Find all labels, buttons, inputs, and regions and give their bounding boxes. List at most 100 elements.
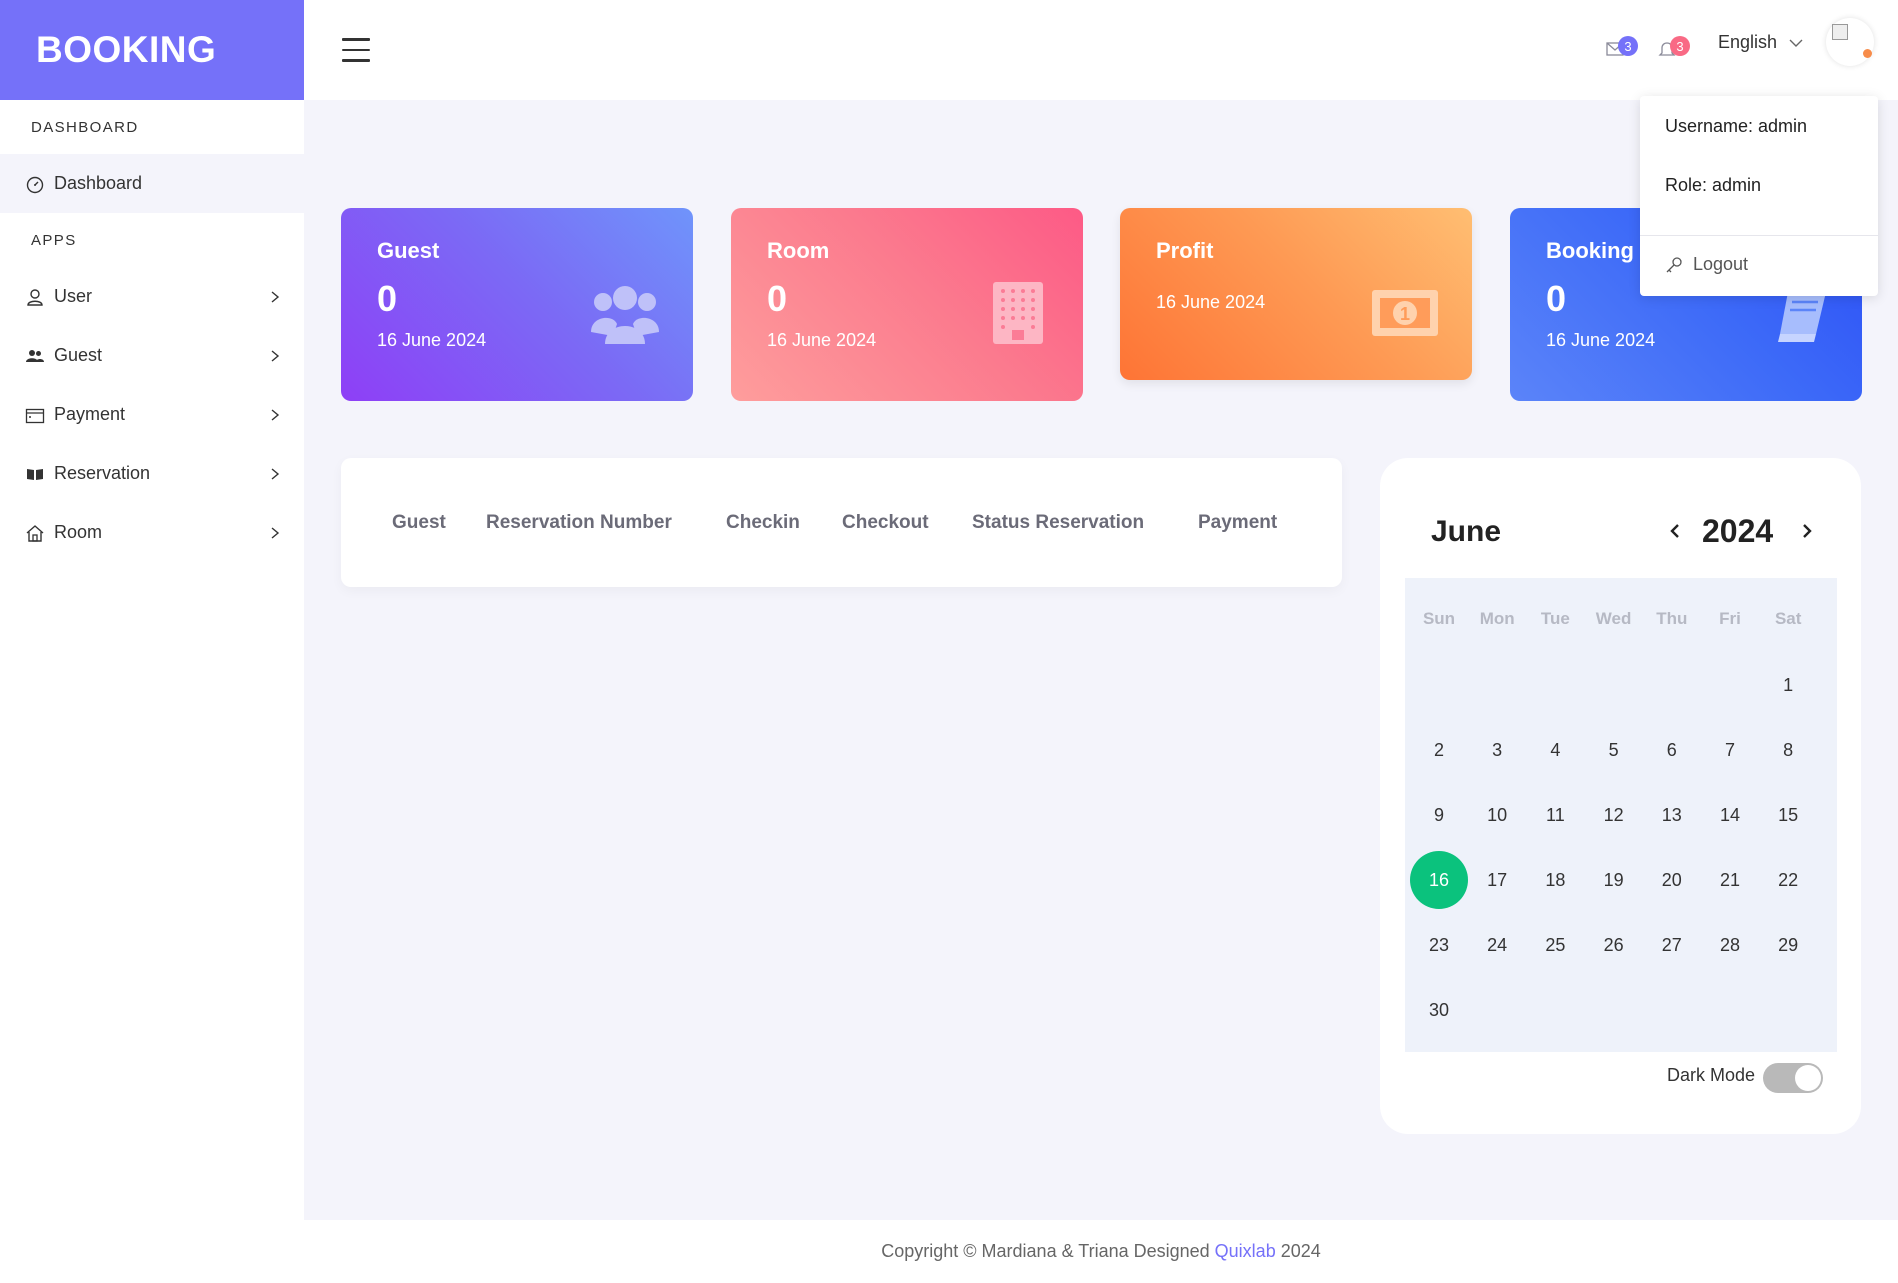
weekday-label: Wed	[1595, 609, 1632, 628]
calendar-day[interactable]: 3	[1468, 721, 1526, 779]
footer-link-quixlab[interactable]: Quixlab	[1215, 1241, 1276, 1262]
weekday-label: Tue	[1540, 609, 1570, 628]
calendar-day[interactable]: 24	[1468, 916, 1526, 974]
sidebar: BOOKING DASHBOARD Dashboard APPS User Gu…	[0, 0, 304, 1283]
calendar-day[interactable]: 6	[1643, 721, 1701, 779]
column-header-status-reservation[interactable]: Status Reservation	[972, 512, 1144, 534]
calendar-day-today[interactable]: 16	[1410, 851, 1468, 909]
calendar-day[interactable]: 11	[1526, 786, 1584, 844]
top-header: 3 3 English	[304, 0, 1898, 100]
language-label: English	[1718, 32, 1778, 52]
hamburger-menu-icon[interactable]	[342, 38, 370, 62]
money-bill-icon: 1	[1372, 290, 1438, 336]
sidebar-item-room[interactable]: Room	[0, 503, 304, 562]
calendar-day[interactable]: 17	[1468, 851, 1526, 909]
calendar-day[interactable]: 18	[1526, 851, 1584, 909]
calendar-day[interactable]: 12	[1585, 786, 1643, 844]
calendar-day[interactable]: 9	[1410, 786, 1468, 844]
column-header-payment[interactable]: Payment	[1198, 512, 1277, 534]
language-selector[interactable]: English	[1718, 32, 1803, 53]
logout-label: Logout	[1693, 254, 1749, 274]
toggle-knob	[1795, 1065, 1821, 1091]
sidebar-item-label: Room	[54, 522, 103, 542]
sidebar-item-label: Guest	[54, 345, 103, 365]
calendar-day[interactable]: 23	[1410, 916, 1468, 974]
users-icon	[24, 345, 46, 367]
calendar-day[interactable]: 1	[1759, 656, 1817, 714]
calendar-widget: June 2024 Sun Mon Tue Wed Thu Fri Sat 1 2 3 4 5 6 7 8 9…	[1380, 458, 1861, 1134]
calendar-day[interactable]: 14	[1701, 786, 1759, 844]
chevron-right-icon	[271, 408, 280, 421]
sidebar-item-reservation[interactable]: Reservation	[0, 444, 304, 503]
status-dot	[1863, 49, 1872, 58]
chevron-right-icon	[271, 467, 280, 480]
nav-section-apps: APPS	[31, 231, 77, 249]
messages-button[interactable]: 3	[1606, 36, 1638, 62]
calendar-day[interactable]: 7	[1701, 721, 1759, 779]
user-avatar[interactable]	[1826, 18, 1874, 66]
calendar-day[interactable]: 15	[1759, 786, 1817, 844]
column-header-checkout[interactable]: Checkout	[842, 512, 929, 534]
calendar-day[interactable]: 4	[1526, 721, 1584, 779]
sidebar-item-user[interactable]: User	[0, 267, 304, 326]
column-header-reservation-number[interactable]: Reservation Number	[486, 512, 672, 534]
sidebar-item-label: Dashboard	[54, 173, 143, 193]
calendar-day[interactable]: 28	[1701, 916, 1759, 974]
footer: Copyright © Mardiana & Triana Designed Q…	[304, 1220, 1898, 1283]
reservation-table: Guest Reservation Number Checkin Checkou…	[341, 458, 1342, 587]
dropdown-role: Role: admin	[1665, 175, 1762, 195]
dropdown-divider	[1640, 235, 1878, 236]
calendar-day[interactable]: 26	[1585, 916, 1643, 974]
sidebar-item-payment[interactable]: Payment	[0, 385, 304, 444]
chevron-down-icon	[1789, 39, 1803, 47]
column-header-checkin[interactable]: Checkin	[726, 512, 800, 534]
room-card: Room 0 16 June 2024	[731, 208, 1083, 401]
weekday-label: Sat	[1774, 609, 1802, 628]
logout-button[interactable]: Logout	[1665, 254, 1748, 275]
calendar-day[interactable]: 5	[1585, 721, 1643, 779]
calendar-day[interactable]: 10	[1468, 786, 1526, 844]
weekday-label: Sun	[1422, 609, 1456, 628]
dark-mode-toggle[interactable]	[1763, 1063, 1823, 1093]
users-group-icon	[591, 286, 659, 344]
notifications-button[interactable]: 3	[1658, 36, 1690, 62]
calendar-day[interactable]: 8	[1759, 721, 1817, 779]
calendar-month: June	[1431, 515, 1502, 548]
book-icon	[1778, 292, 1826, 342]
card-title: Room	[767, 238, 830, 263]
card-title: Profit	[1156, 238, 1214, 263]
user-icon	[24, 286, 46, 308]
calendar-day[interactable]: 25	[1526, 916, 1584, 974]
notifications-badge: 3	[1670, 36, 1690, 56]
chevron-right-icon	[271, 526, 280, 539]
calendar-grid: Sun Mon Tue Wed Thu Fri Sat 1 2 3 4 5 6 7 8 9 10 11 12 13 14…	[1405, 578, 1837, 1052]
brand-logo[interactable]: BOOKING	[0, 0, 304, 100]
chevron-right-icon[interactable]	[1798, 522, 1816, 540]
dark-mode-label: Dark Mode	[1667, 1065, 1756, 1085]
calendar-day[interactable]: 20	[1643, 851, 1701, 909]
calendar-year: 2024	[1702, 513, 1774, 549]
dropdown-username: Username: admin	[1665, 116, 1808, 136]
wallet-icon	[24, 404, 46, 426]
chevron-right-icon	[271, 290, 280, 303]
column-header-guest[interactable]: Guest	[392, 512, 446, 534]
sidebar-item-label: User	[54, 286, 93, 306]
chevron-left-icon[interactable]	[1666, 522, 1684, 540]
sidebar-item-dashboard[interactable]: Dashboard	[0, 154, 304, 213]
brand-text: BOOKING	[36, 29, 217, 70]
calendar-day[interactable]: 27	[1643, 916, 1701, 974]
building-icon	[993, 282, 1043, 344]
calendar-day[interactable]: 2	[1410, 721, 1468, 779]
calendar-day[interactable]: 19	[1585, 851, 1643, 909]
calendar-day[interactable]: 30	[1410, 981, 1468, 1039]
profit-card: Profit 16 June 2024 1	[1120, 208, 1472, 380]
calendar-day[interactable]: 22	[1759, 851, 1817, 909]
calendar-day[interactable]: 13	[1643, 786, 1701, 844]
calendar-day[interactable]: 29	[1759, 916, 1817, 974]
calendar-day[interactable]: 21	[1701, 851, 1759, 909]
sidebar-item-guest[interactable]: Guest	[0, 326, 304, 385]
chevron-right-icon	[271, 349, 280, 362]
speedometer-icon	[24, 173, 46, 195]
footer-year: 2024	[1280, 1241, 1321, 1261]
weekday-label: Fri	[1719, 609, 1741, 628]
